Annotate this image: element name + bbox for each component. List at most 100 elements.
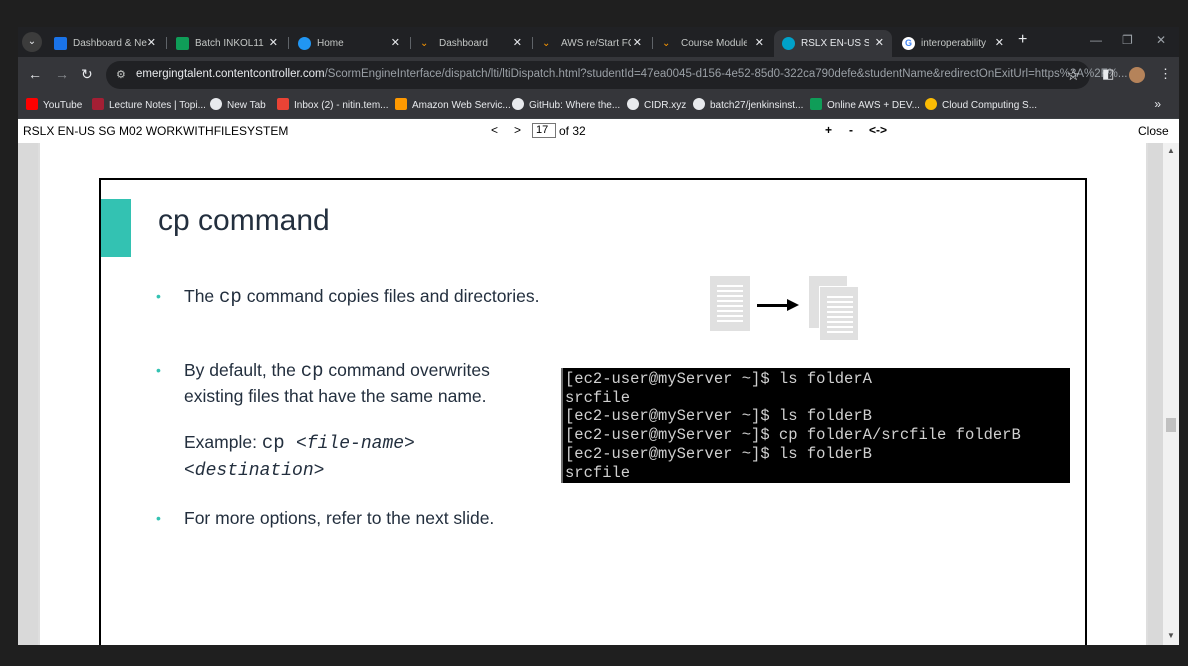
bullet-text-part: The — [184, 286, 220, 306]
bookmark-label: Cloud Computing S... — [942, 100, 1038, 111]
bookmark-aws[interactable]: Amazon Web Servic... — [395, 98, 511, 113]
tab[interactable]: Home ✕ — [290, 30, 408, 57]
tab[interactable]: ⌄ Dashboard ✕ — [412, 30, 530, 57]
github-icon — [512, 98, 524, 110]
reload-icon[interactable]: ↻ — [81, 66, 93, 83]
bullet-dot: • — [156, 362, 161, 378]
bookmark-online-aws[interactable]: Online AWS + DEV... — [810, 98, 920, 113]
tab-close-icon[interactable]: ✕ — [995, 30, 1004, 57]
tab-active[interactable]: RSLX EN-US SG ✕ — [774, 30, 892, 57]
new-tab-plus-icon[interactable]: + — [1018, 31, 1027, 49]
tab-favicon-icon — [782, 37, 795, 50]
minimize-icon[interactable]: — — [1090, 33, 1102, 47]
terminal-line: srcfile — [565, 388, 631, 407]
bookmark-label: GitHub: Where the... — [529, 100, 621, 111]
tab-close-icon[interactable]: ✕ — [147, 30, 156, 57]
tab-separator — [288, 37, 289, 49]
bookmark-label: Online AWS + DEV... — [827, 100, 920, 111]
tab-separator — [652, 37, 653, 49]
zoom-out-button[interactable]: - — [849, 123, 853, 137]
tab-favicon-icon: ⌄ — [542, 38, 551, 49]
copy-arrow-head — [787, 299, 799, 311]
title-accent-bar — [101, 199, 131, 257]
tab-favicon-icon — [176, 37, 189, 50]
fit-width-button[interactable]: <-> — [869, 123, 887, 137]
bookmark-jenkins[interactable]: batch27/jenkinsinst... — [693, 98, 803, 113]
tab[interactable]: G interoperability ✕ — [894, 30, 1012, 57]
terminal-screenshot: [ec2-user@myServer ~]$ ls folderA srcfil… — [561, 368, 1070, 483]
side-panel-icon[interactable]: ◧ — [1102, 66, 1114, 82]
tab-separator — [410, 37, 411, 49]
tab-favicon-icon — [298, 37, 311, 50]
tab-close-icon[interactable]: ✕ — [269, 30, 278, 57]
tab-close-icon[interactable]: ✕ — [391, 30, 400, 57]
browser-window: ⌄ Dashboard & Ne ✕ Batch INKOL11 p ✕ Hom… — [18, 27, 1179, 645]
restore-icon[interactable]: ❐ — [1122, 33, 1133, 47]
tab[interactable]: Dashboard & Ne ✕ — [46, 30, 164, 57]
bookmark-new-tab[interactable]: New Tab — [210, 98, 266, 113]
scroll-up-icon[interactable]: ▲ — [1167, 146, 1175, 155]
next-page-button[interactable]: > — [514, 123, 521, 137]
sheets-icon — [810, 98, 822, 110]
url-text: emergingtalent.contentcontroller.com/Sco… — [136, 68, 1128, 80]
aws-icon — [395, 98, 407, 110]
bookmark-label: YouTube — [43, 100, 83, 111]
tab-close-icon[interactable]: ✕ — [755, 30, 764, 57]
example-argument: <destination> — [184, 461, 325, 481]
bookmark-cloud-computing[interactable]: Cloud Computing S... — [925, 98, 1037, 113]
close-button[interactable]: Close — [1138, 124, 1169, 138]
bookmark-lecture-notes[interactable]: Lecture Notes | Topi... — [92, 98, 206, 113]
tab-favicon-icon: ⌄ — [420, 38, 429, 49]
bookmark-label: New Tab — [227, 100, 266, 111]
tab[interactable]: ⌄ Course Modules ✕ — [654, 30, 772, 57]
bookmarks-overflow-icon[interactable]: » — [1154, 97, 1161, 111]
forward-arrow-icon[interactable]: → — [55, 66, 69, 82]
youtube-icon — [26, 98, 38, 110]
bookmark-github[interactable]: GitHub: Where the... — [512, 98, 620, 113]
scroll-down-icon[interactable]: ▼ — [1167, 631, 1175, 640]
bookmark-label: Lecture Notes | Topi... — [109, 100, 206, 111]
tab-title: interoperability — [921, 38, 987, 49]
tab-close-icon[interactable]: ✕ — [875, 30, 884, 57]
window-close-icon[interactable]: ✕ — [1156, 33, 1166, 47]
tab[interactable]: ⌄ AWS re/Start FO ✕ — [534, 30, 650, 57]
bullet-text: For more options, refer to the next slid… — [184, 508, 495, 528]
scrollbar-thumb[interactable] — [1166, 418, 1176, 432]
github-icon — [693, 98, 705, 110]
copy-document-front-icon — [819, 286, 859, 341]
bullet-dot: • — [156, 288, 161, 304]
address-bar[interactable]: ⚙ emergingtalent.contentcontroller.com/S… — [106, 61, 1128, 89]
site-info-icon[interactable]: ⚙ — [116, 68, 130, 82]
slide: cp command • The cp command copies files… — [99, 178, 1087, 645]
example-argument: <file-name> — [296, 434, 415, 454]
google-icon: G — [902, 37, 915, 50]
globe-icon — [627, 98, 639, 110]
document-viewport: cp command • The cp command copies files… — [18, 143, 1179, 645]
back-arrow-icon[interactable]: ← — [28, 66, 42, 82]
bullet-dot: • — [156, 510, 161, 526]
bookmark-youtube[interactable]: YouTube — [26, 98, 82, 113]
bookmark-cidr[interactable]: CIDR.xyz — [627, 98, 686, 113]
viewer-header: RSLX EN-US SG M02 WORKWITHFILESYSTEM < >… — [18, 119, 1179, 143]
tab-title: AWS re/Start FO — [561, 38, 631, 49]
browser-toolbar: ← → ↻ ⚙ emergingtalent.contentcontroller… — [18, 57, 1179, 93]
bookmark-label: batch27/jenkinsinst... — [710, 100, 804, 111]
url-path: /ScormEngineInterface/dispatch/lti/ltiDi… — [324, 68, 1128, 80]
prev-page-button[interactable]: < — [491, 123, 498, 137]
tab-title: Course Modules — [681, 38, 747, 49]
page-number-input[interactable]: 17 — [532, 123, 556, 138]
example-command: cp — [261, 432, 297, 454]
tab-title: Dashboard — [439, 38, 488, 49]
zoom-in-button[interactable]: + — [825, 123, 832, 137]
copy-arrow-icon — [757, 304, 789, 307]
bookmark-star-icon[interactable]: ☆ — [1067, 66, 1080, 84]
menu-kebab-icon[interactable]: ⋮ — [1159, 66, 1172, 82]
tab[interactable]: Batch INKOL11 p ✕ — [168, 30, 286, 57]
tab-strip: ⌄ Dashboard & Ne ✕ Batch INKOL11 p ✕ Hom… — [18, 27, 1179, 57]
tab-close-icon[interactable]: ✕ — [633, 30, 642, 57]
tab-close-icon[interactable]: ✕ — [513, 30, 522, 57]
vertical-scrollbar[interactable]: ▲ ▼ — [1163, 143, 1179, 645]
tab-search-button[interactable]: ⌄ — [22, 32, 42, 52]
profile-avatar[interactable] — [1129, 67, 1145, 83]
bookmark-gmail[interactable]: Inbox (2) - nitin.tem... — [277, 98, 388, 113]
